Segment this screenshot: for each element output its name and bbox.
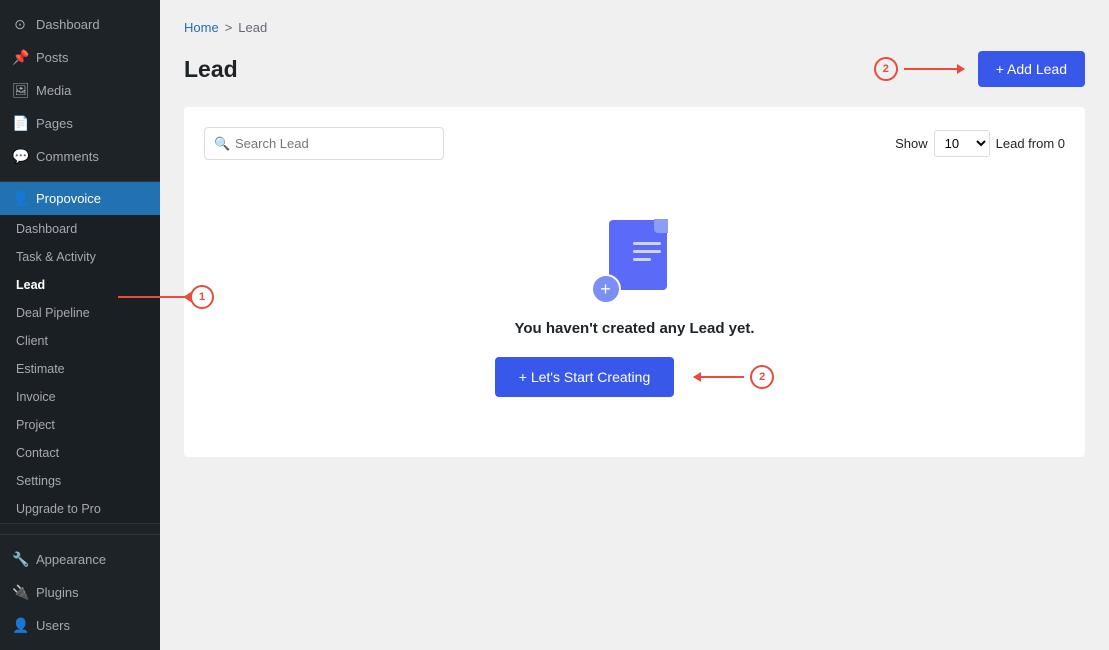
sidebar-item-label: Comments <box>36 149 99 164</box>
sidebar-item-dashboard[interactable]: ⊙ Dashboard <box>0 8 160 41</box>
sidebar-item-media[interactable]: 🖼 Media <box>0 74 160 107</box>
propovoice-icon: 👤 <box>12 190 28 207</box>
sidebar-item-plugins[interactable]: 🔌 Plugins <box>0 576 160 609</box>
annotation-circle-2: 2 <box>874 57 898 81</box>
sidebar-item-upgrade-pro[interactable]: Upgrade to Pro <box>0 495 160 523</box>
annotation-2-cta: 2 <box>694 365 774 389</box>
doc-plus-circle: + <box>591 274 621 304</box>
sidebar-item-label: Posts <box>36 50 69 65</box>
sidebar-item-estimate[interactable]: Estimate <box>0 355 160 383</box>
posts-icon: 📌 <box>12 49 28 66</box>
doc-line-2 <box>633 250 661 253</box>
sidebar-item-posts[interactable]: 📌 Posts <box>0 41 160 74</box>
page-area: Home > Lead Lead 2 + Add Lead 🔍 <box>160 0 1109 650</box>
sidebar-item-lead[interactable]: Lead <box>0 271 160 299</box>
sidebar-top-menu: ⊙ Dashboard 📌 Posts 🖼 Media 📄 Pages 💬 Co… <box>0 0 160 182</box>
sidebar-item-pages[interactable]: 📄 Pages <box>0 107 160 140</box>
start-creating-button[interactable]: + Let's Start Creating <box>495 357 674 397</box>
search-input-wrap: 🔍 <box>204 127 444 160</box>
sidebar-item-contact[interactable]: Contact <box>0 439 160 467</box>
header-right: 2 + Add Lead <box>874 51 1085 87</box>
annotation-arrow-right <box>904 68 964 70</box>
sidebar-item-client[interactable]: Client <box>0 327 160 355</box>
sidebar-item-deal-pipeline[interactable]: Deal Pipeline <box>0 299 160 327</box>
sidebar-item-label: Dashboard <box>36 17 100 32</box>
main-content: Home > Lead Lead 2 + Add Lead 🔍 <box>160 0 1109 650</box>
sidebar-item-label: Pages <box>36 116 73 131</box>
sidebar-item-dashboard-sub[interactable]: Dashboard <box>0 215 160 243</box>
sidebar-item-invoice[interactable]: Invoice <box>0 383 160 411</box>
sidebar: ⊙ Dashboard 📌 Posts 🖼 Media 📄 Pages 💬 Co… <box>0 0 160 650</box>
sidebar-item-task-activity[interactable]: Task & Activity <box>0 243 160 271</box>
sidebar-item-users[interactable]: 👤 Users <box>0 609 160 642</box>
lead-from-label: Lead from 0 <box>996 136 1065 151</box>
appearance-icon: 🔧 <box>12 551 28 568</box>
plugins-icon: 🔌 <box>12 584 28 601</box>
breadcrumb-current: Lead <box>238 20 267 35</box>
propovoice-label: Propovoice <box>36 191 101 206</box>
show-label: Show <box>895 136 928 151</box>
breadcrumb-home[interactable]: Home <box>184 20 219 35</box>
media-icon: 🖼 <box>12 82 28 99</box>
sidebar-item-label: Media <box>36 83 71 98</box>
cta-row: + Let's Start Creating 2 <box>495 357 774 397</box>
lead-card: 🔍 Show 10 25 50 100 Lead from 0 <box>184 107 1085 457</box>
show-select[interactable]: 10 25 50 100 <box>934 130 990 157</box>
search-input[interactable] <box>204 127 444 160</box>
propovoice-section: 👤 Propovoice Dashboard Task & Activity L… <box>0 182 160 524</box>
document-illustration: + <box>595 220 675 300</box>
annotation-circle-2b: 2 <box>750 365 774 389</box>
annotation-2-header: 2 <box>874 57 964 81</box>
sidebar-item-label: Plugins <box>36 585 79 600</box>
breadcrumb-separator: > <box>225 20 233 35</box>
dashboard-icon: ⊙ <box>12 16 28 33</box>
doc-lines <box>633 242 661 261</box>
add-lead-button[interactable]: + Add Lead <box>978 51 1085 87</box>
sidebar-item-project[interactable]: Project <box>0 411 160 439</box>
page-title: Lead <box>184 56 238 83</box>
empty-state: + You haven't created any Lead yet. + Le… <box>204 160 1065 437</box>
sidebar-bottom: 🔧 Appearance 🔌 Plugins 👤 Users <box>0 534 160 650</box>
annotation-arrow-left <box>694 376 744 378</box>
doc-line-1 <box>633 242 661 245</box>
search-row: 🔍 Show 10 25 50 100 Lead from 0 <box>204 127 1065 160</box>
breadcrumb: Home > Lead <box>184 20 1085 35</box>
pages-icon: 📄 <box>12 115 28 132</box>
sidebar-item-label: Users <box>36 618 70 633</box>
sidebar-item-comments[interactable]: 💬 Comments <box>0 140 160 173</box>
search-icon: 🔍 <box>214 136 230 152</box>
doc-line-3 <box>633 258 651 261</box>
show-row: Show 10 25 50 100 Lead from 0 <box>895 130 1065 157</box>
users-icon: 👤 <box>12 617 28 634</box>
empty-message: You haven't created any Lead yet. <box>514 320 754 337</box>
sidebar-item-settings[interactable]: Settings <box>0 467 160 495</box>
sidebar-item-appearance[interactable]: 🔧 Appearance <box>0 543 160 576</box>
page-header: Lead 2 + Add Lead <box>184 51 1085 87</box>
propovoice-submenu: Dashboard Task & Activity Lead Deal Pipe… <box>0 215 160 523</box>
comments-icon: 💬 <box>12 148 28 165</box>
sidebar-item-label: Appearance <box>36 552 106 567</box>
propovoice-menu-item[interactable]: 👤 Propovoice <box>0 182 160 215</box>
